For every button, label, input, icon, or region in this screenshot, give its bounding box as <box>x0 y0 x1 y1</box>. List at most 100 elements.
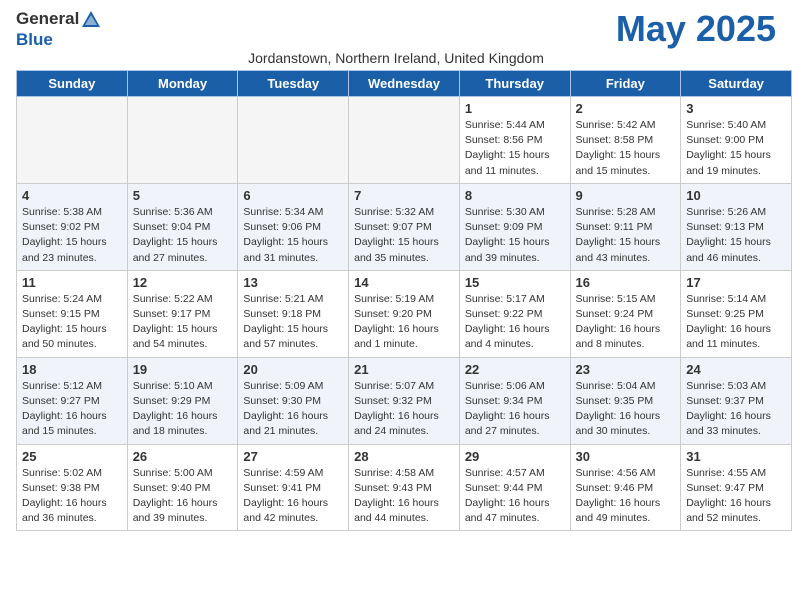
day-info: Sunrise: 5:10 AMSunset: 9:29 PMDaylight:… <box>133 379 233 440</box>
day-number: 13 <box>243 275 343 290</box>
calendar-cell: 7 Sunrise: 5:32 AMSunset: 9:07 PMDaylight… <box>349 183 460 270</box>
day-number: 1 <box>465 101 565 116</box>
day-number: 9 <box>576 188 676 203</box>
month-title: May 2025 <box>616 8 776 50</box>
page-container: General Blue May 2025 Jordanstown, North… <box>0 0 792 539</box>
calendar-cell: 6 Sunrise: 5:34 AMSunset: 9:06 PMDaylight… <box>238 183 349 270</box>
day-info: Sunrise: 5:30 AMSunset: 9:09 PMDaylight:… <box>465 205 565 266</box>
logo: General Blue <box>16 9 103 50</box>
logo-blue: Blue <box>16 30 53 49</box>
day-info: Sunrise: 5:26 AMSunset: 9:13 PMDaylight:… <box>686 205 786 266</box>
calendar-cell <box>127 97 238 184</box>
calendar-cell: 8 Sunrise: 5:30 AMSunset: 9:09 PMDaylight… <box>459 183 570 270</box>
day-number: 23 <box>576 362 676 377</box>
day-number: 8 <box>465 188 565 203</box>
calendar-cell: 3Sunrise: 5:40 AMSunset: 9:00 PMDaylight… <box>681 97 792 184</box>
header-monday: Monday <box>127 71 238 97</box>
day-number: 21 <box>354 362 454 377</box>
calendar-cell: 17Sunrise: 5:14 AMSunset: 9:25 PMDayligh… <box>681 270 792 357</box>
day-number: 15 <box>465 275 565 290</box>
calendar-week-row: 25Sunrise: 5:02 AMSunset: 9:38 PMDayligh… <box>17 444 792 531</box>
day-number: 6 <box>243 188 343 203</box>
day-info: Sunrise: 5:42 AMSunset: 8:58 PMDaylight:… <box>576 118 676 179</box>
calendar-cell: 23 Sunrise: 5:04 AMSunset: 9:35 PMDayligh… <box>570 357 681 444</box>
day-info: Sunrise: 5:12 AMSunset: 9:27 PMDaylight:… <box>22 379 122 440</box>
day-info: Sunrise: 5:04 AMSunset: 9:35 PMDaylight:… <box>576 379 676 440</box>
day-number: 20 <box>243 362 343 377</box>
day-info: Sunrise: 5:06 AMSunset: 9:34 PMDaylight:… <box>465 379 565 440</box>
calendar-cell <box>238 97 349 184</box>
day-number: 11 <box>22 275 122 290</box>
calendar-cell: 14 Sunrise: 5:19 AMSunset: 9:20 PMDayligh… <box>349 270 460 357</box>
day-info: Sunrise: 5:28 AMSunset: 9:11 PMDaylight:… <box>576 205 676 266</box>
day-number: 28 <box>354 449 454 464</box>
location-line: Jordanstown, Northern Ireland, United Ki… <box>0 50 792 70</box>
day-info: Sunrise: 5:19 AMSunset: 9:20 PMDaylight:… <box>354 292 454 353</box>
day-number: 10 <box>686 188 786 203</box>
header-wednesday: Wednesday <box>349 71 460 97</box>
day-number: 5 <box>133 188 233 203</box>
calendar-table: Sunday Monday Tuesday Wednesday Thursday… <box>16 70 792 531</box>
day-info: Sunrise: 5:21 AMSunset: 9:18 PMDaylight:… <box>243 292 343 353</box>
calendar-cell: 25Sunrise: 5:02 AMSunset: 9:38 PMDayligh… <box>17 444 128 531</box>
calendar-cell: 30 Sunrise: 4:56 AMSunset: 9:46 PMDayligh… <box>570 444 681 531</box>
day-info: Sunrise: 5:34 AMSunset: 9:06 PMDaylight:… <box>243 205 343 266</box>
calendar-cell: 29 Sunrise: 4:57 AMSunset: 9:44 PMDayligh… <box>459 444 570 531</box>
header-tuesday: Tuesday <box>238 71 349 97</box>
day-number: 25 <box>22 449 122 464</box>
day-info: Sunrise: 4:57 AMSunset: 9:44 PMDaylight:… <box>465 466 565 527</box>
day-number: 14 <box>354 275 454 290</box>
calendar-cell: 27 Sunrise: 4:59 AMSunset: 9:41 PMDayligh… <box>238 444 349 531</box>
logo-icon <box>80 9 102 31</box>
calendar-cell: 15Sunrise: 5:17 AMSunset: 9:22 PMDayligh… <box>459 270 570 357</box>
calendar-cell: 2 Sunrise: 5:42 AMSunset: 8:58 PMDaylight… <box>570 97 681 184</box>
calendar-cell <box>349 97 460 184</box>
day-number: 7 <box>354 188 454 203</box>
calendar-cell: 12Sunrise: 5:22 AMSunset: 9:17 PMDayligh… <box>127 270 238 357</box>
day-info: Sunrise: 5:00 AMSunset: 9:40 PMDaylight:… <box>133 466 233 527</box>
day-info: Sunrise: 4:58 AMSunset: 9:43 PMDaylight:… <box>354 466 454 527</box>
day-info: Sunrise: 5:22 AMSunset: 9:17 PMDaylight:… <box>133 292 233 353</box>
header-saturday: Saturday <box>681 71 792 97</box>
day-number: 27 <box>243 449 343 464</box>
day-number: 3 <box>686 101 786 116</box>
calendar-week-row: 4Sunrise: 5:38 AMSunset: 9:02 PMDaylight… <box>17 183 792 270</box>
day-info: Sunrise: 5:36 AMSunset: 9:04 PMDaylight:… <box>133 205 233 266</box>
calendar-cell: 11Sunrise: 5:24 AMSunset: 9:15 PMDayligh… <box>17 270 128 357</box>
day-number: 31 <box>686 449 786 464</box>
calendar-cell: 28 Sunrise: 4:58 AMSunset: 9:43 PMDayligh… <box>349 444 460 531</box>
calendar-cell: 20 Sunrise: 5:09 AMSunset: 9:30 PMDayligh… <box>238 357 349 444</box>
day-number: 30 <box>576 449 676 464</box>
day-number: 26 <box>133 449 233 464</box>
day-number: 29 <box>465 449 565 464</box>
day-number: 4 <box>22 188 122 203</box>
calendar-cell <box>17 97 128 184</box>
day-number: 18 <box>22 362 122 377</box>
day-info: Sunrise: 5:15 AMSunset: 9:24 PMDaylight:… <box>576 292 676 353</box>
calendar-cell: 4Sunrise: 5:38 AMSunset: 9:02 PMDaylight… <box>17 183 128 270</box>
day-info: Sunrise: 5:32 AMSunset: 9:07 PMDaylight:… <box>354 205 454 266</box>
calendar-cell: 16Sunrise: 5:15 AMSunset: 9:24 PMDayligh… <box>570 270 681 357</box>
calendar-cell: 26 Sunrise: 5:00 AMSunset: 9:40 PMDayligh… <box>127 444 238 531</box>
weekday-header-row: Sunday Monday Tuesday Wednesday Thursday… <box>17 71 792 97</box>
logo-text: General Blue <box>16 9 103 50</box>
calendar-wrap: Sunday Monday Tuesday Wednesday Thursday… <box>0 70 792 539</box>
day-number: 19 <box>133 362 233 377</box>
header-sunday: Sunday <box>17 71 128 97</box>
calendar-cell: 9 Sunrise: 5:28 AMSunset: 9:11 PMDaylight… <box>570 183 681 270</box>
calendar-week-row: 18 Sunrise: 5:12 AMSunset: 9:27 PMDayligh… <box>17 357 792 444</box>
calendar-cell: 10 Sunrise: 5:26 AMSunset: 9:13 PMDayligh… <box>681 183 792 270</box>
header-thursday: Thursday <box>459 71 570 97</box>
day-number: 22 <box>465 362 565 377</box>
day-info: Sunrise: 5:09 AMSunset: 9:30 PMDaylight:… <box>243 379 343 440</box>
title-block: May 2025 <box>616 8 776 50</box>
day-info: Sunrise: 5:44 AMSunset: 8:56 PMDaylight:… <box>465 118 565 179</box>
calendar-cell: 21Sunrise: 5:07 AMSunset: 9:32 PMDayligh… <box>349 357 460 444</box>
calendar-cell: 19 Sunrise: 5:10 AMSunset: 9:29 PMDayligh… <box>127 357 238 444</box>
logo-general: General <box>16 10 79 29</box>
day-info: Sunrise: 4:55 AMSunset: 9:47 PMDaylight:… <box>686 466 786 527</box>
day-number: 2 <box>576 101 676 116</box>
day-info: Sunrise: 4:56 AMSunset: 9:46 PMDaylight:… <box>576 466 676 527</box>
calendar-cell: 5 Sunrise: 5:36 AMSunset: 9:04 PMDaylight… <box>127 183 238 270</box>
day-info: Sunrise: 4:59 AMSunset: 9:41 PMDaylight:… <box>243 466 343 527</box>
